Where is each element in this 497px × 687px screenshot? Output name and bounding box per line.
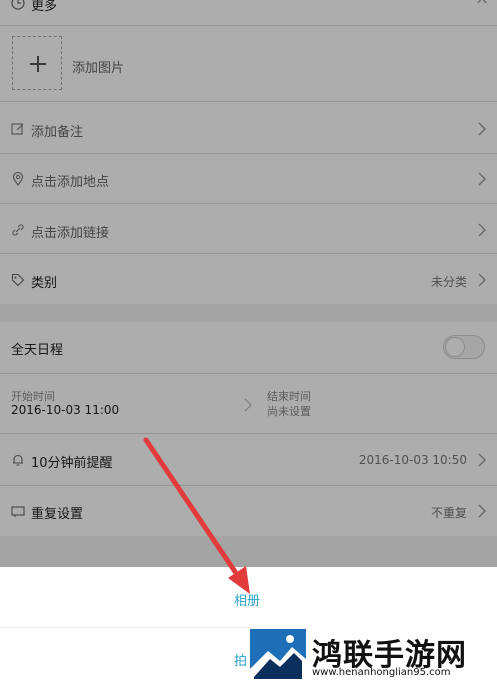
album-option[interactable]: 相册 (234, 590, 260, 609)
modal-overlay[interactable] (0, 0, 497, 567)
watermark-url: www.henanhonglian95.com (312, 667, 451, 678)
watermark: 鸿联手游网 www.henanhonglian95.com (250, 627, 497, 687)
camera-option[interactable]: 拍 (234, 650, 247, 669)
watermark-logo-icon (250, 629, 306, 683)
